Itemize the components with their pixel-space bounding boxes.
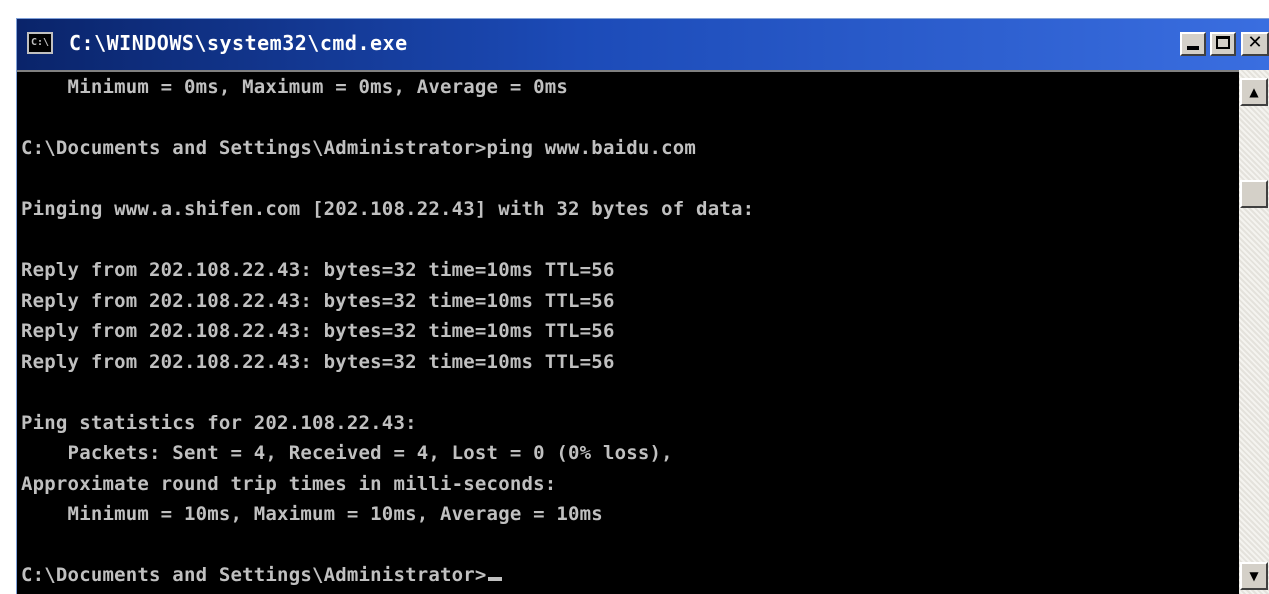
scroll-down-button[interactable]: ▼: [1240, 562, 1268, 590]
maximize-button[interactable]: [1210, 32, 1236, 56]
console-line: Reply from 202.108.22.43: bytes=32 time=…: [21, 289, 615, 312]
console-line: Reply from 202.108.22.43: bytes=32 time=…: [21, 259, 615, 281]
console-line: Reply from 202.108.22.43: bytes=32 time=…: [21, 350, 615, 373]
console-lines: Minimum = 0ms, Maximum = 0ms, Average = …: [21, 76, 754, 594]
close-button[interactable]: ✕: [1241, 32, 1269, 56]
chevron-down-icon: ▼: [1249, 569, 1259, 583]
chevron-up-icon: ▲: [1249, 85, 1259, 99]
console-line: Reply from 202.108.22.43: bytes=32 time=…: [21, 320, 615, 342]
vertical-scrollbar[interactable]: ▲ ▼: [1239, 70, 1269, 594]
close-icon: ✕: [1247, 32, 1263, 53]
console-blank-line: [21, 381, 754, 412]
console-line: C:\Documents and Settings\Administrator>…: [21, 137, 697, 159]
console-blank-line: [21, 229, 754, 260]
console-line: Approximate round trip times in milli-se…: [21, 472, 557, 495]
console-line: Minimum = 0ms, Maximum = 0ms, Average = …: [21, 76, 569, 98]
console-line: Packets: Sent = 4, Received = 4, Lost = …: [21, 442, 673, 464]
minimize-button[interactable]: [1180, 32, 1206, 56]
console-output[interactable]: Minimum = 0ms, Maximum = 0ms, Average = …: [17, 70, 1239, 594]
console-line: Pinging www.a.shifen.com [202.108.22.43]…: [21, 198, 755, 220]
cmd-window: C:\ C:\WINDOWS\system32\cmd.exe ✕ Minimu…: [16, 18, 1269, 594]
console-app-icon[interactable]: C:\: [27, 32, 53, 54]
maximize-icon: [1216, 36, 1230, 49]
console-line: Ping statistics for 202.108.22.43:: [21, 411, 417, 434]
minimize-icon: [1187, 46, 1199, 50]
console-blank-line: [21, 168, 754, 199]
console-line: C:\Documents and Settings\Administrator>: [21, 564, 754, 594]
console-blank-line: [21, 107, 754, 138]
title-bar[interactable]: C:\ C:\WINDOWS\system32\cmd.exe ✕: [17, 19, 1269, 70]
scroll-up-button[interactable]: ▲: [1240, 78, 1268, 106]
text-cursor: [487, 577, 502, 581]
console-line: Minimum = 10ms, Maximum = 10ms, Average …: [21, 503, 603, 525]
console-blank-line: [21, 534, 754, 565]
scroll-thumb[interactable]: [1240, 180, 1268, 208]
window-title: C:\WINDOWS\system32\cmd.exe: [69, 31, 408, 55]
